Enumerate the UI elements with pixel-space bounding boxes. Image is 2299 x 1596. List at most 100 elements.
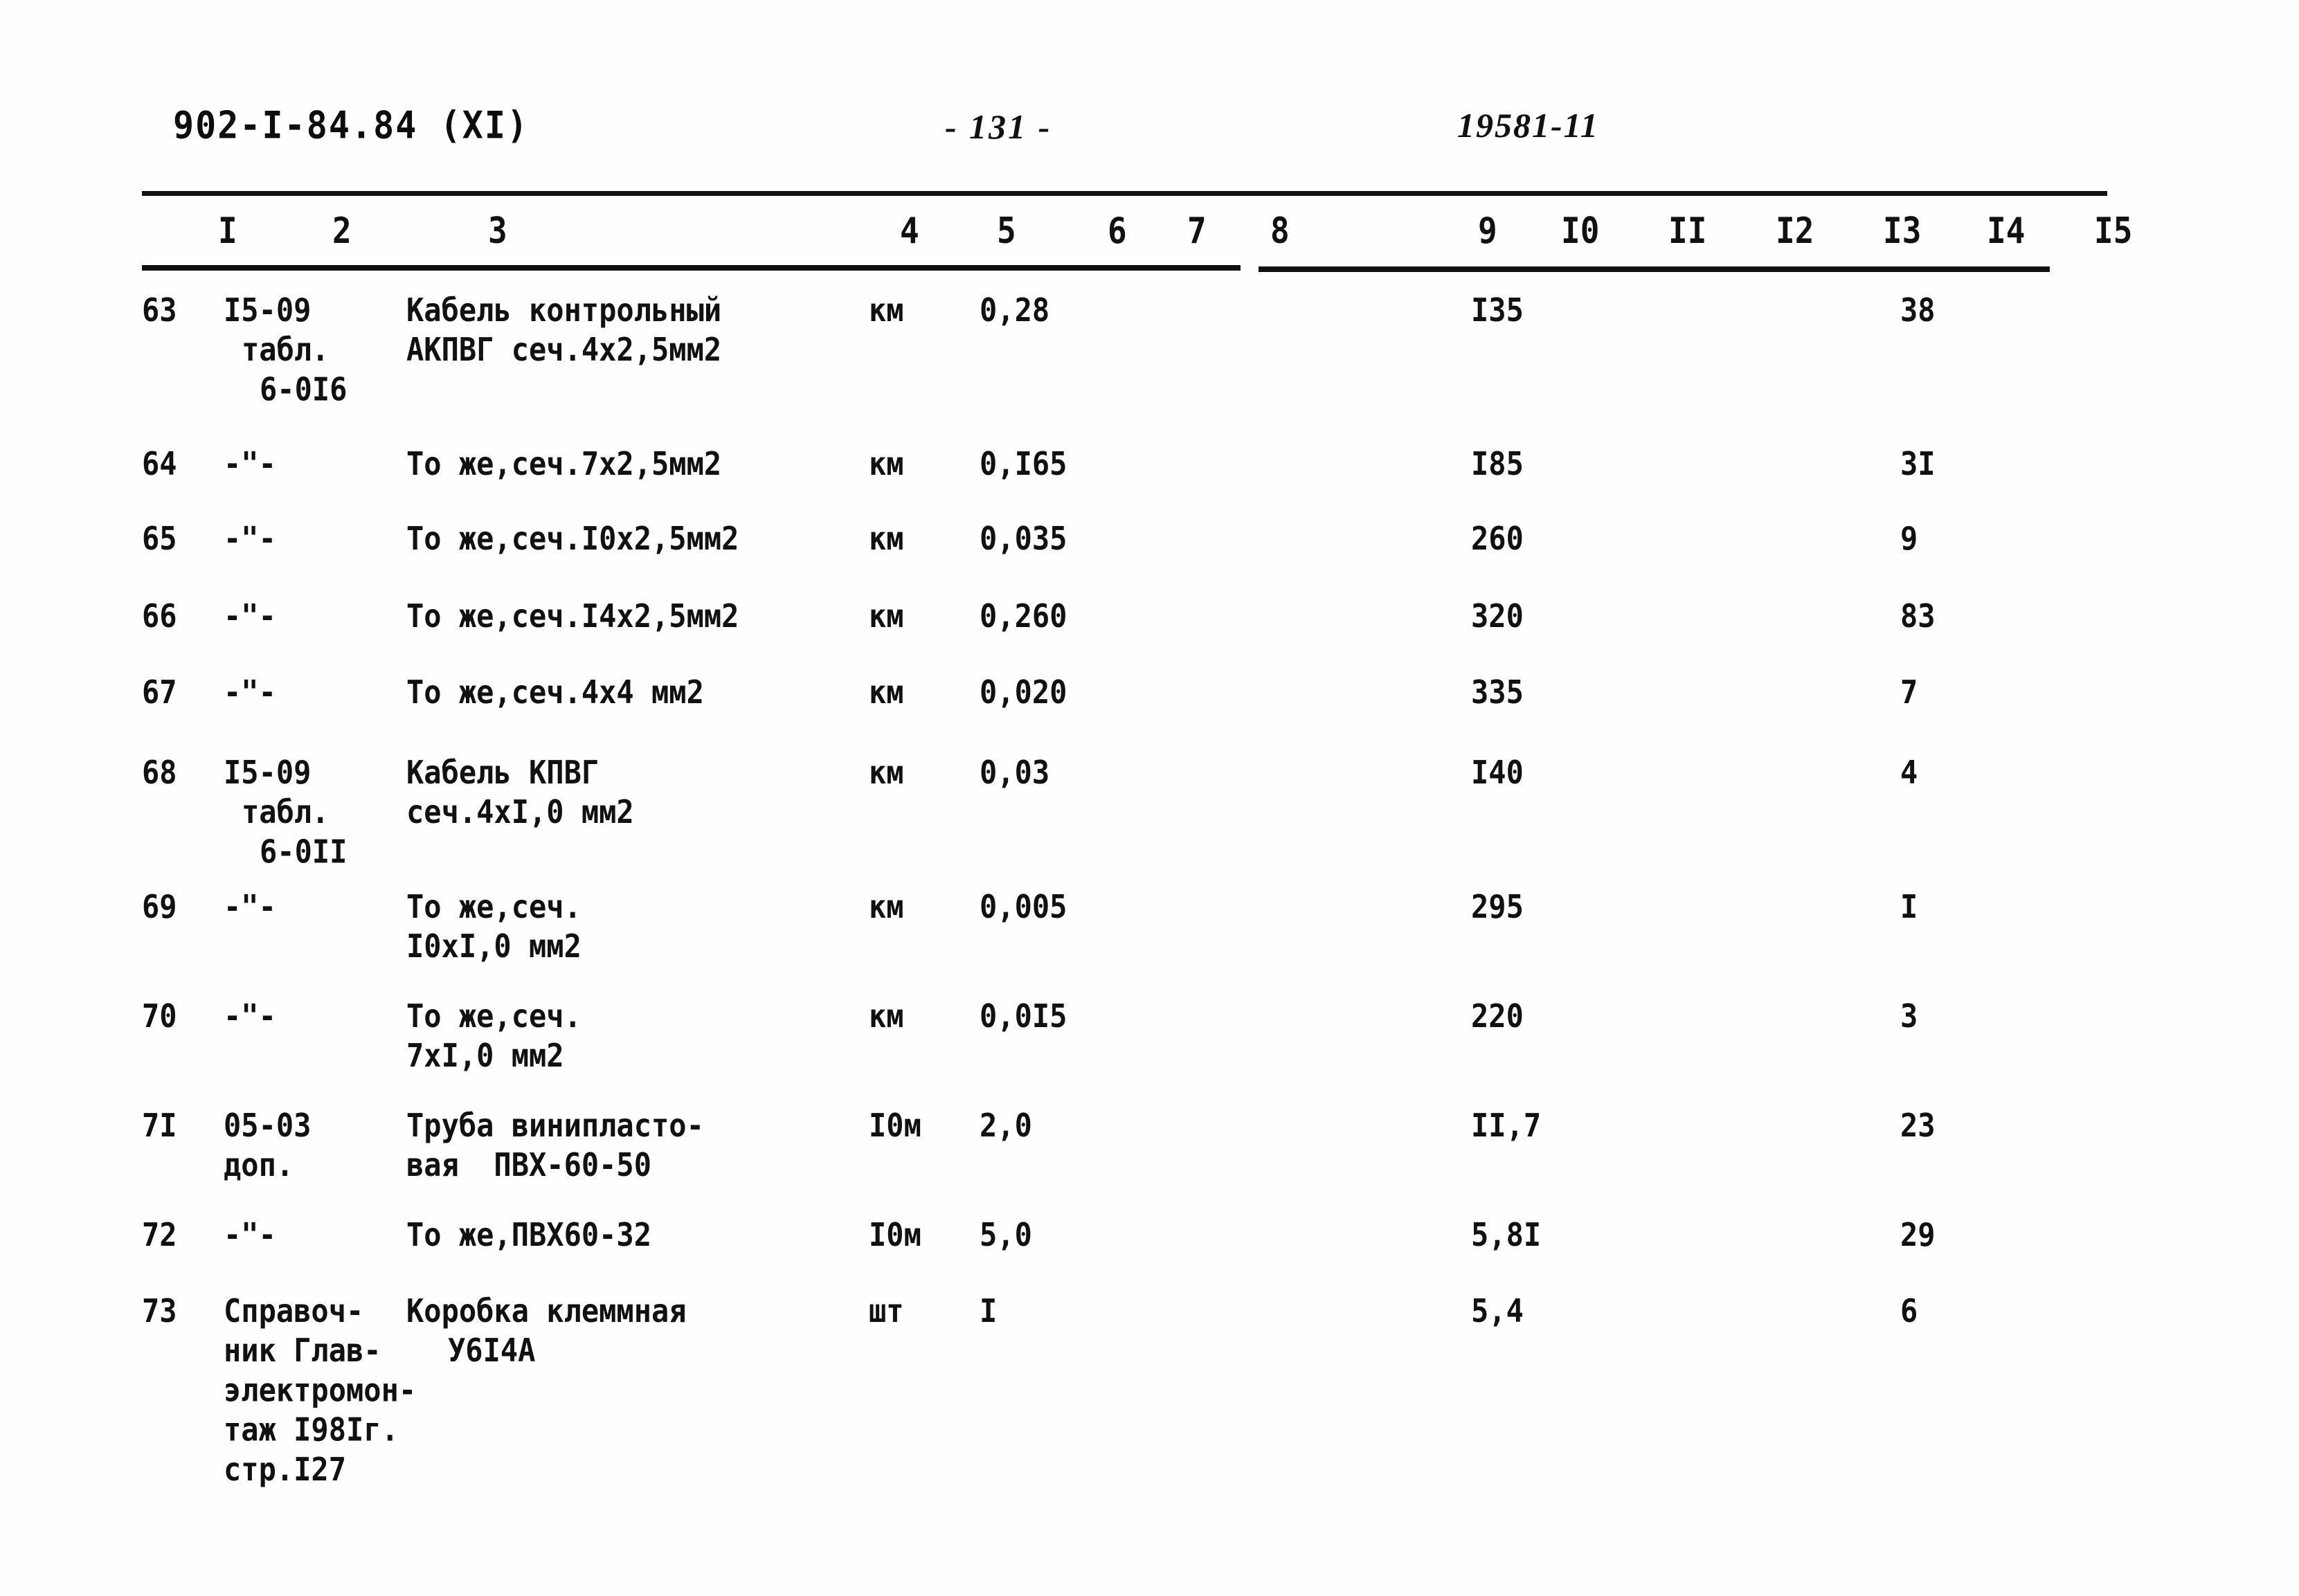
document-header: 902-I-84.84 (XI) - 131 - 19581-11 bbox=[142, 104, 2149, 166]
row-quantity: 0,035 bbox=[980, 520, 1067, 557]
document-code: 902-I-84.84 (XI) bbox=[173, 104, 530, 147]
row-unit: км bbox=[869, 520, 904, 557]
row-col13-value: 29 bbox=[1900, 1216, 1936, 1253]
row-number: 67 bbox=[142, 673, 177, 711]
row-col9-value: 220 bbox=[1471, 997, 1524, 1035]
row-source-code-line: -"- bbox=[224, 673, 276, 711]
row-item-name-line: I0хI,0 мм2 bbox=[406, 927, 581, 965]
row-col9-value: 5,8I bbox=[1471, 1216, 1542, 1253]
row-quantity: 0,0I5 bbox=[980, 997, 1067, 1035]
row-source-code: 05-03 доп. bbox=[224, 1106, 404, 1185]
row-item-name: То же,сеч.I4х2,5мм2 bbox=[406, 597, 863, 636]
column-header-3: 3 bbox=[488, 210, 507, 252]
row-source-code-line: -"- bbox=[224, 520, 276, 557]
row-unit: км bbox=[869, 888, 904, 925]
table-top-rule bbox=[142, 191, 2107, 196]
row-col9-value: I35 bbox=[1471, 291, 1524, 329]
row-col13-value: 23 bbox=[1900, 1107, 1936, 1144]
row-source-code-line: I5-09 bbox=[224, 754, 312, 791]
sheet-code: 19581-11 bbox=[1457, 106, 1599, 145]
row-item-name: То же,сеч.4х4 мм2 bbox=[406, 673, 863, 712]
row-source-code: -"- bbox=[224, 444, 404, 484]
row-item-name-line: вая ПВХ-60-50 bbox=[406, 1146, 652, 1184]
row-item-name: Коробка клеммная У6I4А bbox=[406, 1291, 863, 1370]
row-item-name-line: Труба винипласто- bbox=[406, 1107, 704, 1144]
column-header-15: I5 bbox=[2094, 210, 2133, 252]
row-source-code: -"- bbox=[224, 519, 404, 559]
row-item-name-line: Кабель КПВГ bbox=[406, 754, 599, 791]
row-item-name-line: То же,сеч.I4х2,5мм2 bbox=[406, 597, 739, 635]
row-source-code: I5-09 табл. 6-0II bbox=[224, 753, 404, 872]
row-col13-value: 38 bbox=[1900, 291, 1936, 329]
column-header-7: 7 bbox=[1187, 210, 1207, 252]
row-number: 72 bbox=[142, 1216, 177, 1253]
row-item-name: То же,сеч. I0хI,0 мм2 bbox=[406, 887, 863, 966]
column-header-5: 5 bbox=[997, 210, 1016, 252]
header-rule-right bbox=[1259, 266, 2050, 272]
row-quantity: 2,0 bbox=[980, 1107, 1032, 1144]
row-source-code: Справоч-ник Глав-электромон-таж I98Iг. ст… bbox=[224, 1291, 417, 1489]
row-item-name: Кабель контрольный АКПВГ сеч.4х2,5мм2 bbox=[406, 291, 863, 370]
row-col13-value: 4 bbox=[1900, 754, 1918, 791]
column-header-11: II bbox=[1668, 210, 1707, 252]
page-number: - 131 - bbox=[945, 107, 1052, 146]
row-col13-value: 9 bbox=[1900, 520, 1918, 557]
row-col13-value: 6 bbox=[1900, 1292, 1918, 1330]
row-source-code-line: -"- bbox=[224, 888, 276, 925]
row-quantity: 0,260 bbox=[980, 597, 1067, 635]
row-item-name-line: То же,ПВХ60-32 bbox=[406, 1216, 652, 1253]
row-number: 65 bbox=[142, 520, 177, 557]
row-col9-value: 295 bbox=[1471, 888, 1524, 925]
row-item-name-line: Кабель контрольный bbox=[406, 291, 722, 329]
row-item-name-line: Коробка клеммная bbox=[406, 1292, 687, 1330]
row-source-code: I5-09 табл. 6-0I6 bbox=[224, 291, 404, 410]
row-item-name: Кабель КПВГ сеч.4хI,0 мм2 bbox=[406, 753, 863, 832]
document-page: 902-I-84.84 (XI) - 131 - 19581-11 I23456… bbox=[0, 0, 2299, 1596]
row-col13-value: 3I bbox=[1900, 445, 1936, 482]
row-item-name-line: 7хI,0 мм2 bbox=[406, 1037, 564, 1075]
row-number: 66 bbox=[142, 597, 177, 635]
row-quantity: 0,005 bbox=[980, 888, 1067, 925]
row-item-name: То же,сеч. 7хI,0 мм2 bbox=[406, 997, 863, 1076]
row-col9-value: 335 bbox=[1471, 673, 1524, 711]
row-number: 69 bbox=[142, 888, 177, 925]
row-source-code-line: 6-0I6 bbox=[260, 370, 348, 408]
row-unit: шт bbox=[869, 1292, 904, 1330]
row-unit: км bbox=[869, 997, 904, 1035]
row-col9-value: I85 bbox=[1471, 445, 1524, 482]
column-header-10: I0 bbox=[1561, 210, 1600, 252]
row-source-code-line: 6-0II bbox=[260, 833, 348, 871]
row-unit: I0м bbox=[869, 1216, 921, 1253]
row-item-name: То же,сеч.I0х2,5мм2 bbox=[406, 519, 863, 559]
row-col9-value: 260 bbox=[1471, 520, 1524, 557]
row-source-code: -"- bbox=[224, 1215, 404, 1255]
row-source-code-line: -"- bbox=[224, 997, 276, 1035]
row-source-code-line: электромон- bbox=[224, 1371, 417, 1409]
row-item-name-line: То же,сеч.4х4 мм2 bbox=[406, 673, 704, 711]
row-unit: км bbox=[869, 673, 904, 711]
row-number: 63 bbox=[142, 291, 177, 329]
row-source-code-line: доп. bbox=[224, 1146, 294, 1184]
column-header-8: 8 bbox=[1270, 210, 1290, 252]
row-source-code-line: ник Глав- bbox=[224, 1332, 381, 1370]
header-rule-left bbox=[142, 265, 1241, 271]
row-item-name-line: То же,сеч.I0х2,5мм2 bbox=[406, 520, 739, 557]
row-col9-value: 320 bbox=[1471, 597, 1524, 635]
column-header-2: 2 bbox=[332, 210, 352, 252]
row-source-code-line: табл. bbox=[242, 331, 330, 369]
row-col13-value: 83 bbox=[1900, 597, 1936, 635]
column-header-6: 6 bbox=[1108, 210, 1127, 252]
row-number: 68 bbox=[142, 754, 177, 791]
row-unit: I0м bbox=[869, 1107, 921, 1144]
row-quantity: 0,28 bbox=[980, 291, 1050, 329]
row-col13-value: I bbox=[1900, 888, 1918, 925]
row-quantity: 0,020 bbox=[980, 673, 1067, 711]
row-unit: км bbox=[869, 445, 904, 482]
row-source-code-line: 05-03 bbox=[224, 1107, 312, 1144]
row-source-code-line: -"- bbox=[224, 445, 276, 482]
row-source-code-line: -"- bbox=[224, 1216, 276, 1253]
row-item-name-line: У6I4А bbox=[448, 1332, 536, 1370]
column-header-14: I4 bbox=[1987, 210, 2026, 252]
column-header-1: I bbox=[218, 210, 237, 252]
row-quantity: 0,I65 bbox=[980, 445, 1067, 482]
